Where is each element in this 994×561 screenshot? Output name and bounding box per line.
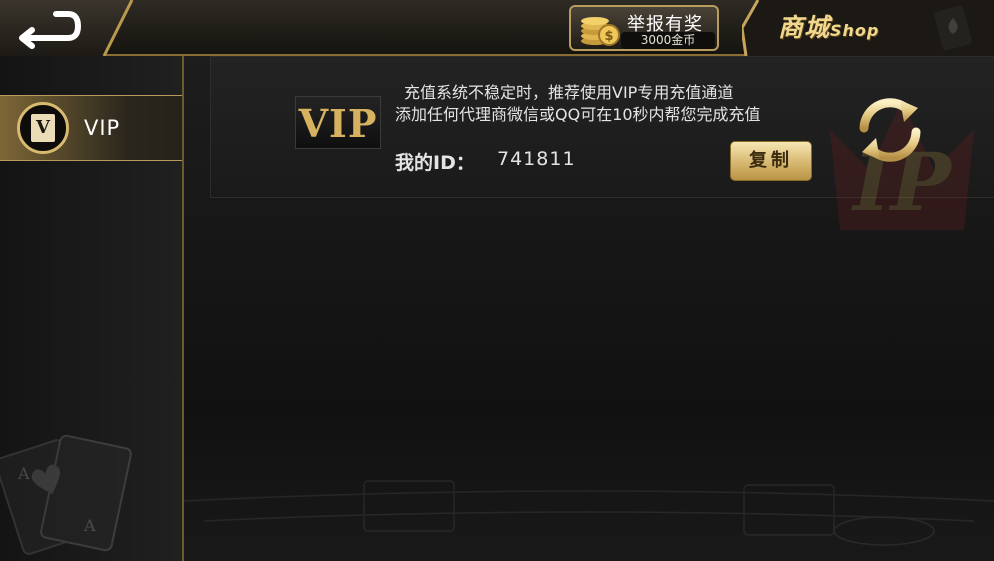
shop-title: 商城Shop xyxy=(778,8,879,44)
svg-text:A: A xyxy=(83,516,96,535)
report-reward-amount: 3000金币 xyxy=(621,32,715,49)
vip-badge-letter: V xyxy=(31,114,55,142)
shop-title-en: Shop xyxy=(830,21,880,40)
playing-cards-decoration: A A xyxy=(0,434,132,555)
sidebar-item-vip[interactable]: V VIP xyxy=(0,95,182,161)
shop-title-cn: 商城 xyxy=(778,13,831,42)
report-reward-button[interactable]: $ 举报有奖 3000金币 xyxy=(569,5,719,51)
copy-id-button[interactable]: 复制 xyxy=(730,141,812,181)
card-table-decoration xyxy=(184,480,994,546)
top-bar: $ 举报有奖 3000金币 商城Shop xyxy=(0,0,994,56)
user-id-value: 741811 xyxy=(497,148,576,170)
recharge-notice-line-1: 充值系统不稳定时，推荐使用VIP专用充值通道 xyxy=(404,83,734,102)
refresh-icon[interactable] xyxy=(852,92,928,168)
sidebar: V VIP A A xyxy=(0,56,184,561)
vip-logo: VIP xyxy=(295,96,381,149)
sidebar-item-label: VIP xyxy=(84,116,121,140)
header-divider xyxy=(102,0,134,56)
recharge-notice-line-2: 添加任何代理商微信或QQ可在10秒内帮您完成充值 xyxy=(395,105,761,124)
gold-coins-icon: $ xyxy=(581,17,620,46)
user-id-label: 我的ID： xyxy=(395,152,475,174)
vip-badge-icon: V xyxy=(17,102,69,154)
svg-text:A: A xyxy=(17,464,30,483)
svg-text:$: $ xyxy=(604,29,613,44)
